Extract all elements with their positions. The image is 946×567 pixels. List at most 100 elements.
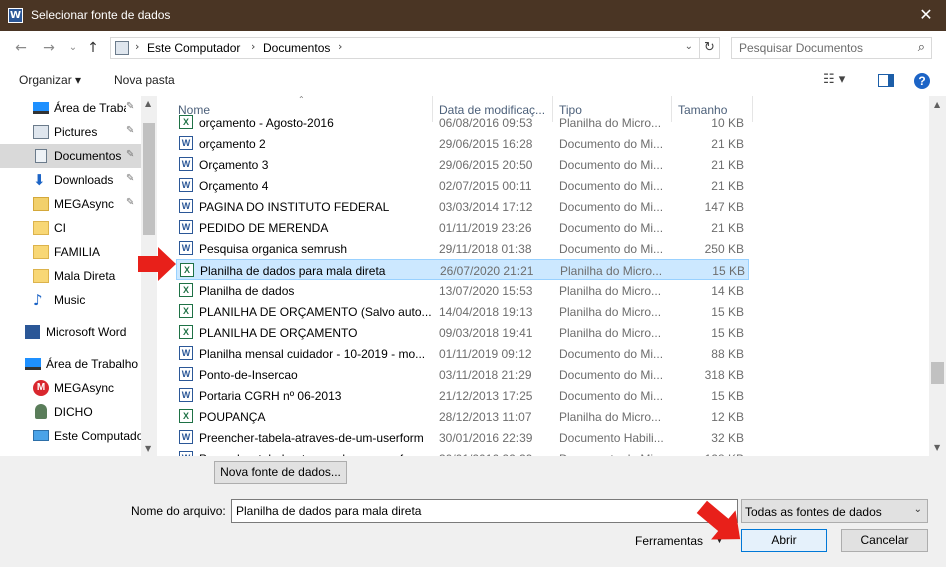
- file-row[interactable]: W Preencher-tabela-atraves-de-um-userform…: [176, 427, 749, 448]
- file-type: Documento do Mi...: [559, 179, 664, 193]
- sidebar-item-este-computador[interactable]: Este Computador: [0, 424, 141, 448]
- file-row[interactable]: X Planilha de dados 13/07/2020 15:53 Planil…: [176, 280, 749, 301]
- address-bar[interactable]: › Este Computador › Documentos › ⌄ ↻: [110, 37, 720, 59]
- search-input[interactable]: [732, 38, 902, 58]
- recent-locations-icon[interactable]: ⌄: [64, 39, 82, 57]
- open-button[interactable]: Abrir: [741, 529, 827, 552]
- file-row[interactable]: WPreencher-tabela-atraves-de-um-userfor3…: [176, 448, 749, 456]
- breadcrumb-separator[interactable]: ›: [135, 40, 139, 53]
- refresh-icon[interactable]: ↻: [699, 38, 719, 58]
- file-size: 15 KB: [711, 389, 744, 403]
- file-row[interactable]: W Orçamento 4 02/07/2015 00:11 Documento do…: [176, 175, 749, 196]
- sidebar-item-familia[interactable]: FAMILIA: [0, 240, 141, 264]
- sidebar-item-pictures[interactable]: Pictures ✎: [0, 120, 141, 144]
- file-row[interactable]: W PAGINA DO INSTITUTO FEDERAL 03/03/2014 1…: [176, 196, 749, 217]
- sidebar-item-label: CI: [54, 221, 66, 235]
- file-row[interactable]: Xorçamento - Agosto-2016 06/08/2016 09:53…: [176, 112, 749, 133]
- file-date: 21/12/2013 17:25: [439, 389, 533, 403]
- mega-folder-icon: [33, 197, 49, 211]
- file-size: 14 KB: [711, 284, 744, 298]
- word-file-icon: W: [179, 178, 193, 192]
- file-size: 15 KB: [712, 264, 745, 278]
- file-size: 21 KB: [711, 158, 744, 172]
- file-type-select[interactable]: Todas as fontes de dados ⌄: [741, 499, 928, 523]
- word-file-icon: W: [179, 220, 193, 234]
- chevron-down-icon: ⌄: [913, 504, 922, 515]
- sidebar-item-label: Área de Trabalho: [46, 357, 139, 371]
- file-row[interactable]: X PLANILHA DE ORÇAMENTO (Salvo auto... 14/…: [176, 301, 749, 322]
- breadcrumb-este-computador[interactable]: Este Computador: [147, 41, 240, 55]
- folder-icon: [33, 221, 49, 235]
- scroll-up-icon[interactable]: ▲: [934, 100, 940, 109]
- file-type: Documento do Mi...: [559, 200, 664, 214]
- sidebar-item-label: Microsoft Word: [46, 325, 127, 339]
- file-date: 29/06/2015 16:28: [439, 137, 533, 151]
- search-box[interactable]: ⌕: [731, 37, 932, 59]
- breadcrumb-separator[interactable]: ›: [251, 40, 255, 53]
- file-type: Planilha do Micro...: [560, 264, 663, 278]
- organize-button[interactable]: Organizar ▾: [19, 73, 81, 87]
- breadcrumb-separator[interactable]: ›: [338, 40, 342, 53]
- file-row[interactable]: W Portaria CGRH nº 06-2013 21/12/2013 17:2…: [176, 385, 749, 406]
- sidebar-scroll-thumb[interactable]: [143, 123, 155, 235]
- help-icon[interactable]: ?: [914, 73, 930, 89]
- back-arrow-icon[interactable]: ←: [12, 39, 30, 57]
- sidebar-item-music[interactable]: ♪ Music: [0, 288, 141, 312]
- sidebar-item-mala-direta[interactable]: Mala Direta: [0, 264, 141, 288]
- sidebar-item-megasync-2[interactable]: M MEGAsync: [0, 376, 141, 400]
- word-file-icon: W: [179, 430, 193, 444]
- new-folder-button[interactable]: Nova pasta: [114, 73, 175, 87]
- sidebar-item-area-de-trabalho[interactable]: Área de Trabalho ✎: [0, 96, 141, 120]
- file-size: 318 KB: [704, 368, 744, 382]
- address-dropdown-icon[interactable]: ⌄: [685, 41, 693, 52]
- file-row[interactable]: X Planilha de dados para mala direta 26/07…: [176, 259, 749, 280]
- file-row[interactable]: X PLANILHA DE ORÇAMENTO 09/03/2018 19:41 Pl…: [176, 322, 749, 343]
- preview-pane-icon[interactable]: [878, 74, 894, 87]
- sidebar-item-documentos[interactable]: Documentos ✎: [0, 144, 141, 168]
- cancel-button[interactable]: Cancelar: [841, 529, 928, 552]
- sidebar-item-microsoft-word[interactable]: Microsoft Word: [0, 320, 141, 344]
- scroll-down-icon[interactable]: ▼: [934, 443, 940, 452]
- file-type: Documento Habili...: [559, 431, 664, 445]
- file-name: orçamento - Agosto-2016: [199, 116, 334, 130]
- file-row[interactable]: W Planilha mensal cuidador - 10-2019 - mo…: [176, 343, 749, 364]
- filename-label: Nome do arquivo:: [131, 504, 226, 518]
- search-icon[interactable]: ⌕: [918, 40, 925, 55]
- sidebar-item-downloads[interactable]: ⬇ Downloads ✎: [0, 168, 141, 192]
- close-button[interactable]: ✕: [906, 0, 946, 31]
- file-size: 12 KB: [711, 410, 744, 424]
- new-data-source-button[interactable]: Nova fonte de dados...: [214, 461, 347, 484]
- sidebar-item-ci[interactable]: CI: [0, 216, 141, 240]
- documents-icon: [35, 149, 47, 163]
- word-file-icon: W: [179, 388, 193, 402]
- file-type: Planilha do Micro...: [559, 116, 662, 130]
- up-arrow-icon[interactable]: ↑: [84, 39, 102, 57]
- excel-file-icon: X: [179, 283, 193, 297]
- file-row[interactable]: W Orçamento 3 29/06/2015 20:50 Documento do…: [176, 154, 749, 175]
- file-date: 01/11/2019 09:12: [439, 347, 532, 361]
- file-row[interactable]: W Pesquisa organica semrush 29/11/2018 01:…: [176, 238, 749, 259]
- annotation-arrow-icon: [696, 500, 741, 540]
- sidebar-item-dicho[interactable]: DICHO: [0, 400, 141, 424]
- file-size: 88 KB: [711, 347, 744, 361]
- sidebar-item-label: MEGAsync: [54, 381, 115, 395]
- sidebar-item-megasync[interactable]: MEGAsync ✎: [0, 192, 141, 216]
- scroll-up-icon[interactable]: ▲: [145, 99, 151, 108]
- sidebar-item-area-de-trabalho-2[interactable]: Área de Trabalho: [0, 352, 141, 376]
- title-bar: W Selecionar fonte de dados ✕: [0, 0, 946, 31]
- file-list-scrollbar[interactable]: ▲ ▼: [929, 96, 946, 456]
- file-row[interactable]: X POUPANÇA 28/12/2013 11:07 Planilha do Mic…: [176, 406, 749, 427]
- file-row[interactable]: Worçamento 2 29/06/2015 16:28 Documento do…: [176, 133, 749, 154]
- file-list-scroll-thumb[interactable]: [931, 362, 944, 384]
- scroll-down-icon[interactable]: ▼: [145, 444, 151, 453]
- filename-input[interactable]: [231, 499, 738, 523]
- file-row[interactable]: W PEDIDO DE MERENDA 01/11/2019 23:26 Docume…: [176, 217, 749, 238]
- file-date: 26/07/2020 21:21: [440, 264, 534, 278]
- file-size: 21 KB: [711, 179, 744, 193]
- word-file-icon: W: [179, 157, 193, 171]
- breadcrumb-documentos[interactable]: Documentos: [263, 41, 330, 55]
- file-row[interactable]: W Ponto-de-Insercao 03/11/2018 21:29 Docume…: [176, 364, 749, 385]
- sidebar-item-label: Documentos: [54, 149, 122, 163]
- change-view-icon[interactable]: ☷ ▾: [823, 72, 845, 87]
- forward-arrow-icon[interactable]: →: [40, 39, 58, 57]
